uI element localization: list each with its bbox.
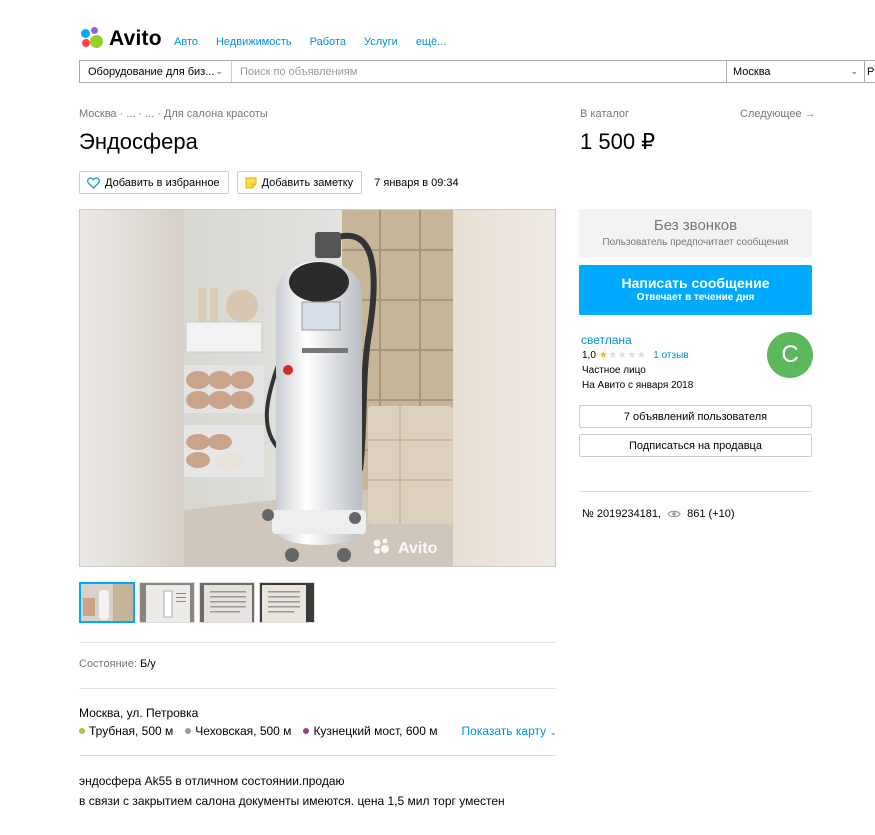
watermark-text: Avito bbox=[398, 540, 438, 557]
seller-since: На Авито с января 2018 bbox=[582, 380, 694, 391]
divider bbox=[79, 755, 556, 756]
divider bbox=[579, 491, 812, 492]
no-calls-subtitle: Пользователь предпочитает сообщения bbox=[602, 237, 789, 248]
reviews-link[interactable]: 1 отзыв bbox=[653, 350, 688, 361]
write-message-label: Написать сообщение bbox=[621, 275, 770, 291]
search-extra-field[interactable]: Р bbox=[864, 61, 874, 82]
thumbnail-1[interactable] bbox=[79, 582, 135, 623]
add-favorite-button[interactable]: Добавить в избранное bbox=[79, 171, 229, 194]
add-note-label: Добавить заметку bbox=[261, 176, 354, 189]
divider bbox=[79, 688, 556, 689]
search-extra-text: Р bbox=[867, 65, 875, 78]
eye-icon bbox=[667, 510, 681, 518]
subscribe-seller-button[interactable]: Подписаться на продавца bbox=[579, 434, 812, 457]
nav-jobs[interactable]: Работа bbox=[310, 36, 346, 48]
note-icon bbox=[245, 177, 257, 188]
item-info: № 2019234181, 861 (+10) bbox=[582, 508, 735, 520]
add-favorite-label: Добавить в избранное bbox=[105, 176, 220, 189]
breadcrumb-separator: · bbox=[138, 108, 143, 120]
show-map-link[interactable]: Показать карту ⌄ bbox=[462, 724, 557, 738]
thumbnail-image bbox=[140, 583, 194, 622]
price: 1 500 ₽ bbox=[580, 129, 656, 154]
breadcrumb-item[interactable]: ... bbox=[145, 108, 154, 120]
chevron-down-icon: ⌄ bbox=[215, 66, 223, 76]
metro-line-dot-icon bbox=[303, 728, 310, 734]
subscribe-seller-label: Подписаться на продавца bbox=[629, 439, 762, 452]
logo-dots-icon bbox=[80, 27, 104, 51]
thumbnail-image bbox=[260, 583, 314, 622]
user-ads-button[interactable]: 7 объявлений пользователя bbox=[579, 405, 812, 428]
metro-station: Кузнецкий мост, 600 м bbox=[303, 724, 437, 738]
metro-station-name: Чеховская, 500 м bbox=[195, 724, 292, 738]
seller-type: Частное лицо bbox=[582, 365, 646, 376]
description-line: в связи с закрытием салона документы име… bbox=[79, 794, 505, 808]
publish-date: 7 января в 09:34 bbox=[374, 176, 459, 189]
no-calls-title: Без звонков bbox=[653, 217, 738, 234]
address: Москва, ул. Петровка bbox=[79, 706, 199, 720]
rating-stars-icon: ★★★★★ bbox=[598, 350, 647, 361]
breadcrumb-separator: · bbox=[157, 108, 161, 120]
city-select[interactable]: Москва ⌄ bbox=[726, 61, 864, 82]
main-photo[interactable]: Avito bbox=[79, 209, 556, 567]
rating-value: 1,0 bbox=[582, 350, 596, 361]
item-actions: Добавить в избранное Добавить заметку 7 … bbox=[79, 171, 459, 194]
write-message-button[interactable]: Написать сообщение Отвечает в течение дн… bbox=[579, 265, 812, 315]
search-input[interactable] bbox=[232, 61, 726, 82]
avatar[interactable]: С bbox=[767, 332, 813, 378]
condition: Состояние: Б/у bbox=[79, 658, 156, 670]
metro-station-name: Кузнецкий мост, 600 м bbox=[313, 724, 438, 738]
breadcrumb-category[interactable]: Для салона красоты bbox=[164, 108, 268, 120]
chevron-down-icon: ⌄ bbox=[850, 66, 858, 76]
breadcrumb: Москва · ... · ... · Для салона красоты bbox=[79, 108, 268, 120]
thumbnail-image bbox=[200, 583, 254, 622]
seller-name-link[interactable]: светлана bbox=[581, 333, 632, 347]
category-select-value: Оборудование для биз... bbox=[88, 65, 215, 78]
avatar-letter: С bbox=[781, 341, 799, 368]
add-note-button[interactable]: Добавить заметку bbox=[236, 171, 363, 194]
top-nav: Авто Недвижимость Работа Услуги ещё... bbox=[174, 36, 446, 48]
chevron-down-icon: ⌄ bbox=[549, 727, 557, 737]
logo-text: Avito bbox=[109, 27, 162, 50]
seller-rating: 1,0 ★★★★★ 1 отзыв bbox=[582, 350, 689, 361]
nav-realty[interactable]: Недвижимость bbox=[216, 36, 292, 48]
condition-label: Состояние: bbox=[79, 658, 137, 670]
heart-icon bbox=[87, 177, 100, 189]
nav-auto[interactable]: Авто bbox=[174, 36, 198, 48]
divider bbox=[79, 642, 556, 643]
metro-line-dot-icon bbox=[79, 728, 85, 734]
search-bar: Оборудование для биз... ⌄ Москва ⌄ Р bbox=[79, 60, 875, 83]
metro-station: Чеховская, 500 м bbox=[185, 724, 291, 738]
product-photo-image bbox=[80, 210, 555, 566]
thumbnail-2[interactable] bbox=[139, 582, 195, 623]
thumbnail-3[interactable] bbox=[199, 582, 255, 623]
breadcrumb-separator: · bbox=[119, 108, 124, 120]
description-line: эндосфера Ak55 в отличном состоянии.прод… bbox=[79, 774, 345, 788]
metro-line-dot-icon bbox=[185, 728, 192, 734]
thumbnail-image bbox=[81, 584, 133, 621]
metro-stations: Трубная, 500 м Чеховская, 500 м Кузнецки… bbox=[79, 724, 557, 738]
next-item-link[interactable]: Следующее → bbox=[740, 108, 816, 120]
breadcrumb-city[interactable]: Москва bbox=[79, 108, 117, 120]
metro-station-name: Трубная, 500 м bbox=[89, 724, 174, 738]
catalog-link[interactable]: В каталог bbox=[580, 108, 629, 120]
breadcrumb-item[interactable]: ... bbox=[126, 108, 135, 120]
page-title: Эндосфера bbox=[79, 129, 198, 154]
response-time-label: Отвечает в течение дня bbox=[636, 292, 755, 303]
show-map-label: Показать карту bbox=[461, 724, 547, 738]
views-count: 861 (+10) bbox=[687, 508, 735, 520]
user-ads-label: 7 объявлений пользователя bbox=[623, 410, 768, 423]
item-number: № 2019234181, bbox=[582, 508, 662, 520]
no-calls-notice: Без звонков Пользователь предпочитает со… bbox=[579, 209, 812, 257]
condition-value: Б/у bbox=[140, 658, 156, 670]
thumbnail-4[interactable] bbox=[259, 582, 315, 623]
nav-more[interactable]: ещё... bbox=[416, 36, 446, 48]
description: эндосфера Ak55 в отличном состоянии.прод… bbox=[79, 771, 505, 811]
category-select[interactable]: Оборудование для биз... ⌄ bbox=[80, 61, 232, 82]
city-select-value: Москва bbox=[733, 65, 771, 78]
avito-logo[interactable]: Avito bbox=[80, 27, 162, 51]
thumbnail-strip bbox=[79, 582, 315, 623]
nav-services[interactable]: Услуги bbox=[364, 36, 398, 48]
metro-station: Трубная, 500 м bbox=[79, 724, 173, 738]
